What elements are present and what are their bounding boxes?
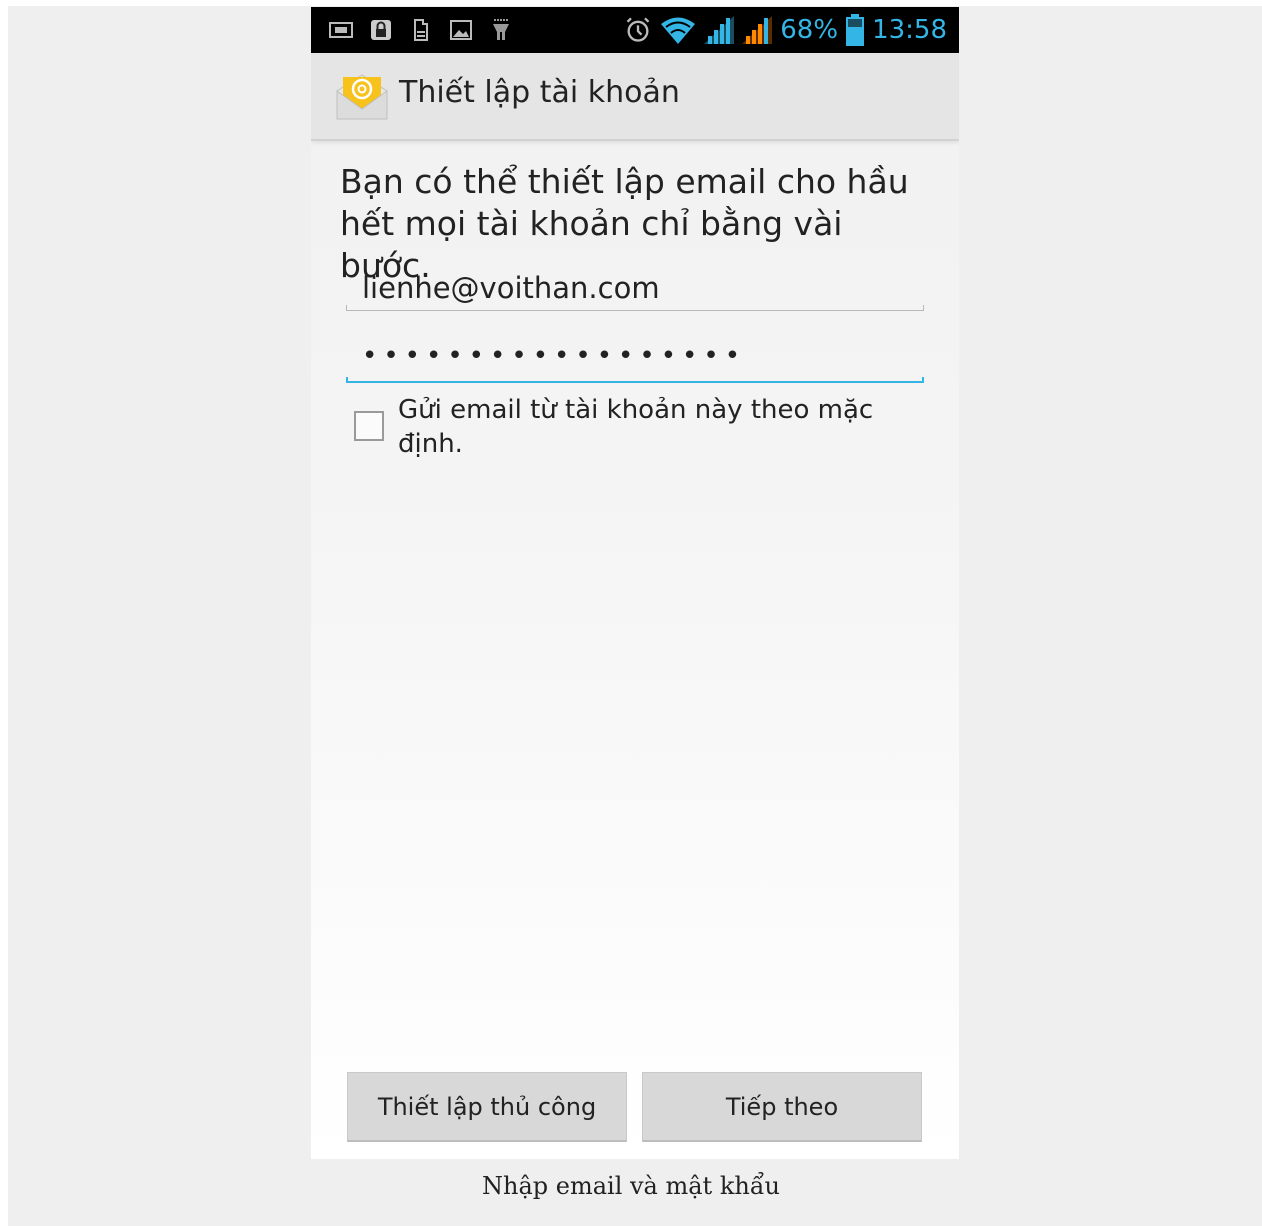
password-underline <box>346 381 924 383</box>
default-account-checkbox[interactable] <box>354 411 384 441</box>
lock-icon <box>371 20 391 40</box>
default-account-label[interactable]: Gửi email từ tài khoản này theo mặc định… <box>398 393 918 461</box>
phone-screen: 68% 13:58 Thiết lập tài khoản Bạn có thể… <box>311 7 959 1159</box>
password-field[interactable]: •••••••••••••••••• <box>346 339 924 383</box>
signal-1-icon <box>704 16 735 44</box>
alarm-icon <box>626 17 650 42</box>
notification-icons <box>329 16 513 44</box>
debug-icon <box>493 19 509 40</box>
next-button[interactable]: Tiếp theo <box>642 1072 922 1142</box>
manual-setup-button[interactable]: Thiết lập thủ công <box>347 1072 627 1142</box>
battery-icon <box>846 14 865 46</box>
wifi-icon <box>661 17 696 44</box>
email-field[interactable]: lienhe@voithan.com <box>346 267 924 311</box>
figure-caption: Nhập email và mật khẩu <box>481 1172 780 1200</box>
status-bar: 68% 13:58 <box>311 7 959 53</box>
email-underline <box>346 310 924 311</box>
picture-icon <box>450 20 472 40</box>
screen-title: Thiết lập tài khoản <box>399 75 680 110</box>
battery-percent: 68% <box>780 15 839 45</box>
clock: 13:58 <box>872 15 947 45</box>
storage-icon <box>414 19 428 41</box>
signal-2-icon <box>742 16 773 44</box>
email-value: lienhe@voithan.com <box>362 271 660 305</box>
email-app-icon[interactable] <box>333 69 391 123</box>
system-status: 68% 13:58 <box>624 13 947 47</box>
sim-icon <box>329 22 353 38</box>
password-mask: •••••••••••••••••• <box>362 341 747 371</box>
action-bar: Thiết lập tài khoản <box>311 53 959 141</box>
